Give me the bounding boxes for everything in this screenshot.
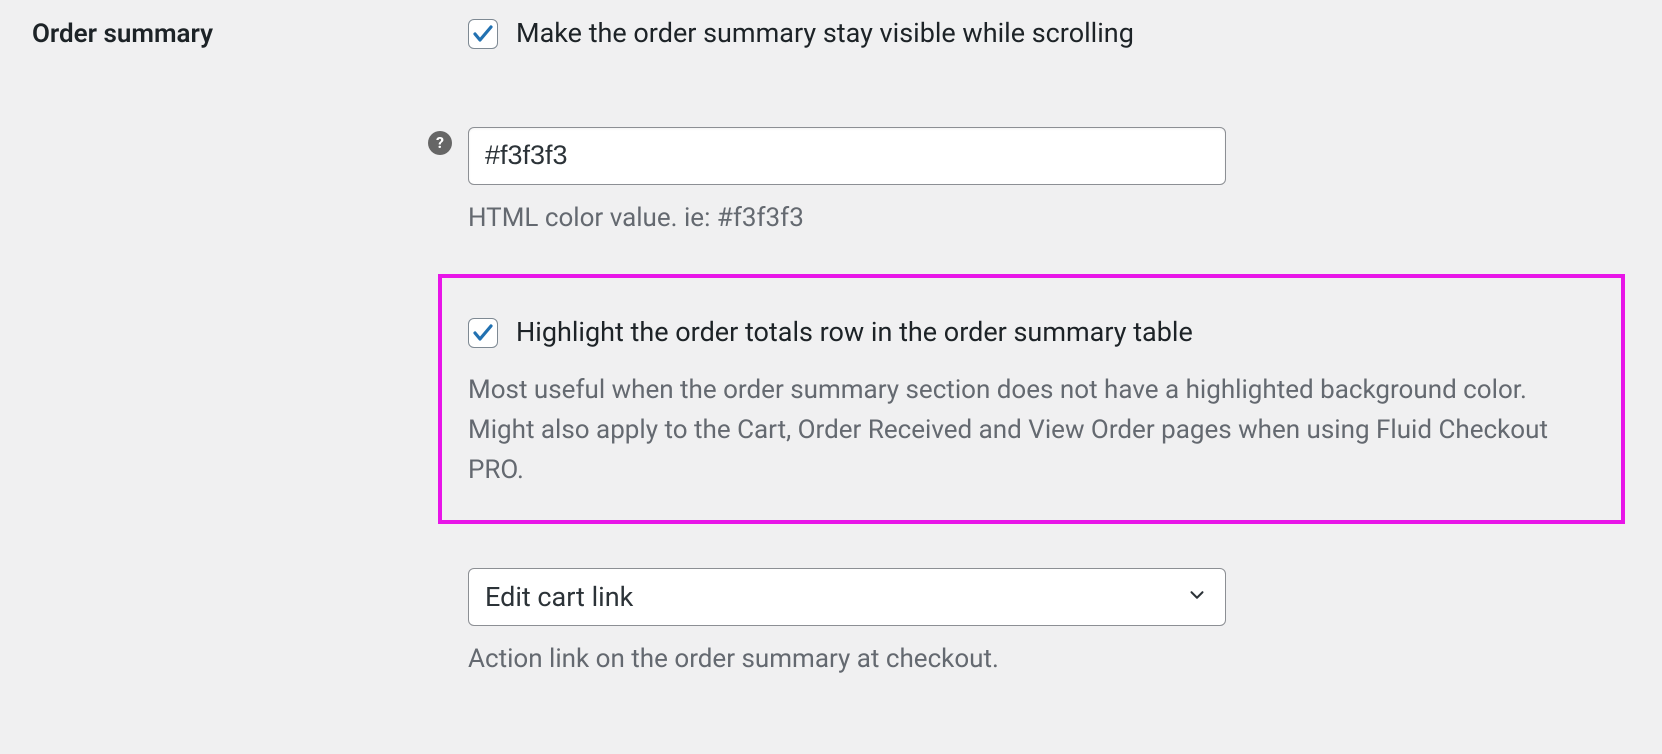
- section-label: Order summary: [0, 5, 468, 49]
- action-link-description: Action link on the order summary at chec…: [468, 640, 1632, 679]
- action-link-field: Edit cart link Action link on the order …: [468, 568, 1632, 679]
- background-color-description: HTML color value. ie: #f3f3f3: [468, 199, 1632, 238]
- highlight-totals-label-text: Highlight the order totals row in the or…: [516, 314, 1193, 352]
- highlight-totals-checkbox[interactable]: [468, 318, 498, 348]
- help-icon[interactable]: ?: [428, 131, 452, 155]
- sticky-summary-checkbox[interactable]: [468, 19, 498, 49]
- action-link-select[interactable]: Edit cart link: [468, 568, 1226, 626]
- highlight-totals-field: Highlight the order totals row in the or…: [438, 274, 1625, 525]
- sticky-summary-field: Make the order summary stay visible whil…: [468, 5, 1632, 53]
- checkmark-icon: [471, 321, 495, 345]
- highlight-totals-label-row[interactable]: Highlight the order totals row in the or…: [468, 314, 1595, 352]
- background-color-input[interactable]: [468, 127, 1226, 185]
- action-link-select-wrapper: Edit cart link: [468, 568, 1226, 626]
- sticky-summary-label-text: Make the order summary stay visible whil…: [516, 15, 1134, 53]
- order-summary-settings-row: Order summary Make the order summary sta…: [0, 5, 1662, 679]
- sticky-summary-label-row[interactable]: Make the order summary stay visible whil…: [468, 15, 1632, 53]
- background-color-field: ? HTML color value. ie: #f3f3f3: [468, 53, 1632, 238]
- section-content: Make the order summary stay visible whil…: [468, 5, 1662, 679]
- highlight-totals-description: Most useful when the order summary secti…: [468, 370, 1595, 491]
- checkmark-icon: [471, 22, 495, 46]
- action-link-selected-value: Edit cart link: [485, 581, 633, 613]
